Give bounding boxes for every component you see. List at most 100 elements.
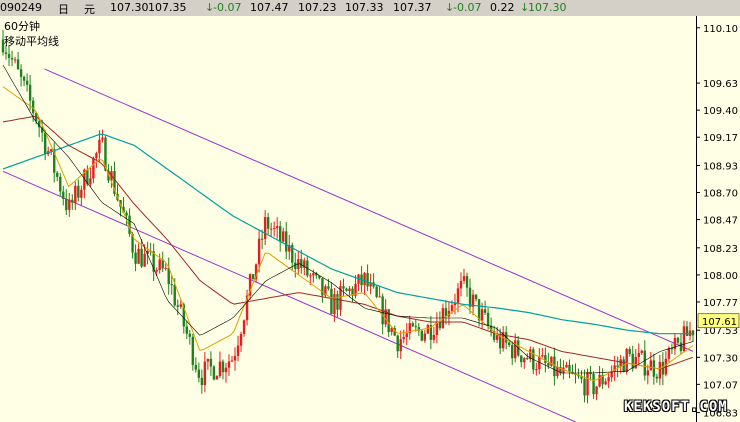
candle-body [43,132,47,155]
candle-body [212,366,216,380]
candle-body [236,345,240,356]
candle-body [134,252,137,264]
candle-body [336,294,339,310]
candle-body [98,139,101,154]
candle-body [101,137,104,140]
candle-body [224,367,228,373]
candle-body [523,358,526,363]
candle-body [685,326,689,336]
candle-body [598,374,601,387]
candle-body [155,269,158,272]
candle-body [269,228,273,230]
candle-body [586,371,589,396]
candle-body [547,363,550,366]
candle-body [366,273,369,287]
candle-body [414,326,417,328]
quote-value-9: 0.22 [490,1,515,14]
candle-body [282,231,285,242]
price-plot[interactable] [0,16,696,422]
candle-body [583,378,586,396]
candle-body [309,275,312,277]
candle-body [541,355,544,357]
axis-tick-label: 107.07 [703,380,738,391]
candle-body [616,365,619,367]
candle-body [327,286,330,289]
candle-body [450,305,454,311]
candle-body [137,248,140,264]
candle-body [444,308,448,317]
candle-body [71,199,74,203]
candle-body [607,377,610,382]
candle-body [565,364,568,368]
candle-body [426,325,430,334]
candle-body [233,355,237,361]
candle-body [330,288,333,315]
watermark-logo: KEKSOFT.COM [624,399,728,415]
candle-body [312,273,315,276]
candle-body [438,321,442,329]
quote-change-1: -0.07 [213,1,242,14]
candle-body [667,347,671,359]
quote-value-2: 107.35 [148,1,187,14]
chart-window: 090249 日 元 107.30 107.35 ↓ -0.07 107.47 … [0,0,740,422]
candle-body [348,288,351,292]
candle-body [215,376,219,380]
candle-body [266,217,270,229]
candle-body [7,54,11,58]
last-price-label: 107.61 [702,317,737,328]
candle-body [294,262,297,270]
candle-body [62,191,65,199]
axis-tick-label: 110.10 [703,24,738,35]
candle-body [495,335,499,340]
candle-body [474,294,478,300]
candle-body [242,320,246,334]
candle-body [203,361,207,385]
candle-body [432,334,436,340]
candle-body [4,52,8,55]
candle-body [143,253,146,267]
candle-body [300,259,303,268]
candle-body [682,326,686,352]
candle-body [218,361,222,377]
candle-body [456,288,460,304]
candle-body [25,80,29,85]
candle-body [13,59,17,61]
candle-body [526,358,529,360]
candle-body [592,373,595,395]
candle-body [459,280,463,289]
candle-body [206,358,210,362]
candle-body [486,312,490,326]
candle-body [468,287,472,307]
candle-body [646,370,650,376]
candle-body [604,381,607,385]
quote-value-1: 107.30 [110,1,149,14]
period-label: 日 [58,3,69,16]
interval-label: 60分钟 [4,20,40,33]
candle-body [480,309,484,321]
candle-body [170,284,173,286]
candle-body [221,361,225,373]
axis-tick-label: 108.93 [703,161,738,172]
candle-body [423,333,427,341]
candle-body [405,333,408,338]
candle-body [125,212,128,216]
axis-tick-label: 108.00 [703,271,738,282]
candle-body [643,350,646,376]
candle-body [275,226,279,229]
plot-background [0,16,696,422]
candle-body [176,305,179,307]
candle-body [209,358,213,367]
candle-body [658,361,662,379]
candle-body [188,333,192,337]
quote-value-7: 107.37 [393,1,432,14]
candle-body [420,330,424,341]
candle-body [544,355,547,364]
quote-value-6: 107.33 [345,1,384,14]
candle-body [465,276,469,288]
candle-body [19,69,23,77]
candle-body [92,158,95,179]
quote-header: 090249 日 元 107.30 107.35 ↓ -0.07 107.47 … [0,0,740,17]
candle-body [56,172,59,177]
candle-body [260,238,264,240]
candle-body [22,76,26,81]
